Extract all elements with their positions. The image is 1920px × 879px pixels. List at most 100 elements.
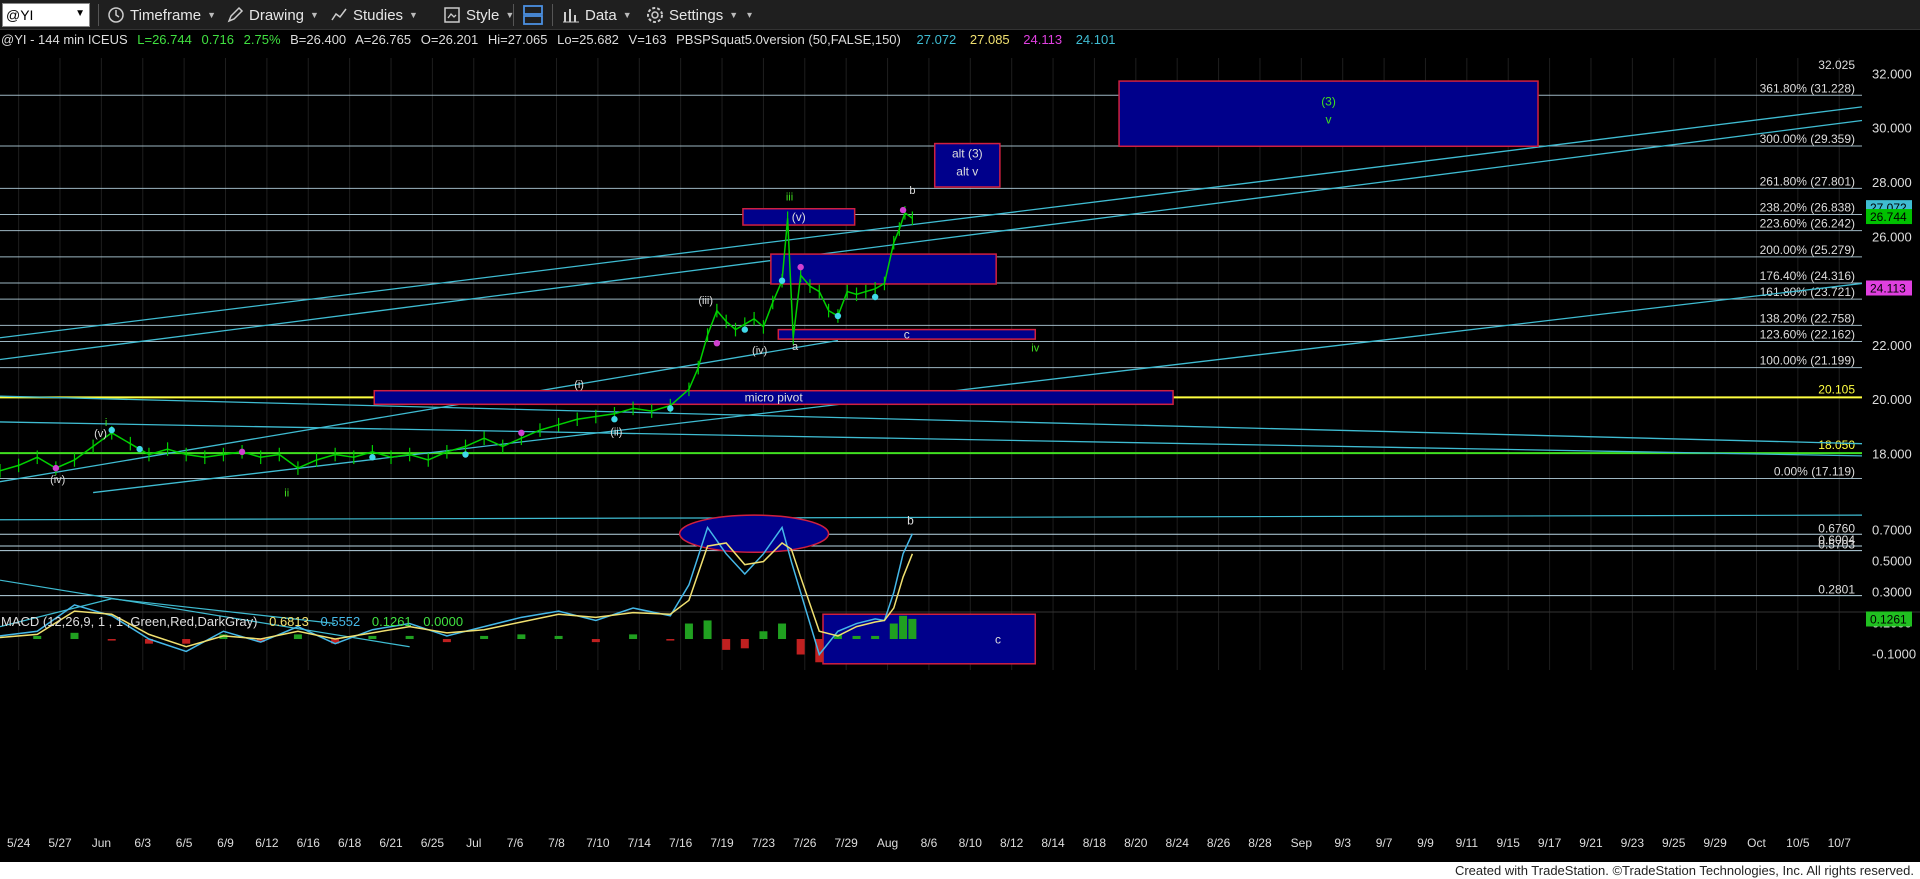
macd-axis-tick: 0.3000 [1872,585,1912,600]
x-axis-tick: 9/15 [1497,836,1521,850]
fib-level-label: 100.00% (21.199) [1760,354,1855,368]
top-level-label: 32.025 [1818,58,1855,72]
caret-down-icon: ▼ [729,10,739,20]
trend-line [93,282,1863,494]
macd-histogram-bar [405,635,414,640]
x-axis-tick: 5/27 [48,836,72,850]
x-axis-tick: 6/9 [217,836,234,850]
style-menu[interactable]: Style ▼ [443,3,514,27]
toolbar-divider [513,4,514,26]
macd-histogram-bar [70,632,79,640]
studies-menu[interactable]: Studies ▼ [330,3,418,27]
macd-histogram-bar [666,639,675,641]
wave-label: iii [786,192,793,204]
x-axis-tick: 7/23 [752,836,776,850]
x-axis-tick: 7/29 [834,836,858,850]
wave-label: (iv) [752,345,767,357]
trend-line [0,106,1863,339]
x-axis-tick: 9/9 [1417,836,1434,850]
macd-histogram-bar [871,635,880,640]
fib-level-label: 200.00% (25.279) [1760,243,1855,257]
x-axis-tick: 8/18 [1083,836,1107,850]
macd-axis-tick: -0.1000 [1872,647,1916,662]
x-axis-tick: 8/28 [1248,836,1272,850]
x-axis-tick: Aug [877,836,898,850]
drawing-menu[interactable]: Drawing ▼ [226,3,319,27]
drawing-label: Drawing [249,6,305,24]
layout-button[interactable] [522,3,544,27]
x-axis-tick: 8/20 [1124,836,1148,850]
x-axis-tick: 9/7 [1376,836,1393,850]
macd-histogram-bar [684,623,693,640]
fib-level-label: 261.80% (27.801) [1760,174,1855,188]
toolbar-overflow-icon[interactable]: ▾ [747,3,752,27]
x-axis-tick: 7/8 [548,836,565,850]
clock-icon [108,7,124,23]
macd-histogram-bar [889,623,898,640]
price-axis-tick: 26.000 [1872,229,1912,244]
x-axis-tick: 7/19 [710,836,734,850]
pivot-marker [52,464,60,472]
timeframe-menu[interactable]: Timeframe ▼ [107,3,216,27]
caret-down-icon: ▼ [207,10,217,20]
pencil-icon [227,6,244,23]
macd-histogram-bar [722,639,731,650]
pivot-marker [871,293,879,301]
pivot-marker [518,429,525,437]
price-tag-label: 26.744 [1870,210,1907,224]
studies-label: Studies [353,6,404,24]
wave-label: iv [1031,342,1039,354]
trend-line [0,119,1863,361]
macd-trend-line [0,514,1863,521]
chevron-down-icon: ▼ [75,8,85,19]
x-axis-tick: 8/6 [921,836,938,850]
settings-menu[interactable]: Settings ▼ [646,3,738,27]
macd-wave-label: c [995,633,1001,647]
trend-line [0,339,839,483]
price-axis-tick: 32.000 [1872,66,1912,81]
x-axis-tick: 6/25 [421,836,445,850]
macd-level-label: 0.5703 [1818,538,1855,552]
macd-histogram-bar [778,623,787,640]
x-axis-tick: 7/14 [628,836,652,850]
macd-histogram-bar [852,635,861,640]
symbol-input[interactable]: @YI ▼ [2,3,90,27]
wave-label: (iii) [698,295,713,307]
box-label: (v) [792,210,806,224]
box-label: micro pivot [745,391,804,405]
x-axis-tick: 5/24 [7,836,31,850]
macd-histogram-bar [703,620,712,640]
data-menu[interactable]: Data ▼ [562,3,632,27]
x-axis-tick: 10/5 [1786,836,1810,850]
x-axis-tick: 9/23 [1621,836,1645,850]
macd-histogram-bar [107,639,116,641]
x-axis-tick: 6/3 [134,836,151,850]
fib-level-label: 161.80% (23.721) [1760,285,1855,299]
box-sublabel: alt v [956,164,978,178]
x-axis-tick: Jul [466,836,481,850]
pivot-marker [136,445,143,453]
fib-level-label: 238.20% (26.838) [1760,200,1855,214]
macd-histogram-bar [591,639,600,643]
box-sublabel: v [1326,113,1332,127]
fib-level-label: 300.00% (29.359) [1760,132,1855,146]
toolbar-divider [98,4,99,26]
price-panel: 361.80% (31.228) 300.00% (29.359) 261.80% … [0,58,1863,500]
macd-axis-tick: 0.5000 [1872,554,1912,569]
chart-area[interactable]: 361.80% (31.228) 300.00% (29.359) 261.80% … [0,30,1920,862]
pivot-marker [834,312,842,320]
pivot-marker [778,277,786,284]
x-axis-tick: 6/21 [379,836,403,850]
pivot-marker [899,206,907,214]
fib-level-label: 223.60% (26.242) [1760,217,1855,231]
box-label: alt (3) [952,146,983,160]
symbol-value: @YI [6,7,34,23]
settings-label: Settings [669,6,724,24]
macd-panel: 0.67600.60040.57030.2801bc [0,513,1863,665]
x-axis-tick: 8/14 [1041,836,1065,850]
timeframe-label: Timeframe [130,6,202,24]
macd-histogram-bar [33,635,42,640]
wave-label: (ii) [610,427,622,439]
x-axis-tick: 9/17 [1538,836,1562,850]
wave-label: b [909,185,915,197]
